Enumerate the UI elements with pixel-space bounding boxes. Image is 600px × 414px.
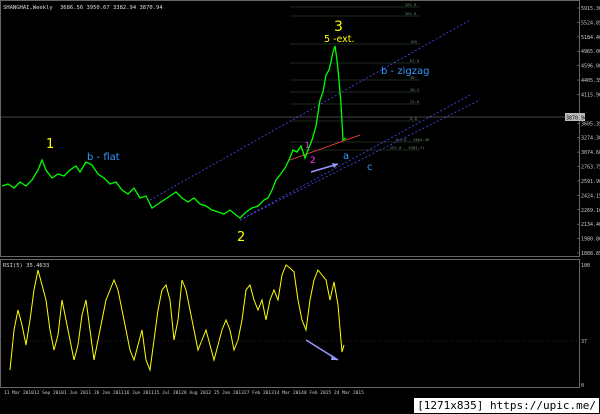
fib-level-label: 361.8 [405,11,417,16]
price-tick-label: 5524.85 [581,20,600,26]
date-tick-label: 24 Mar 2015 [334,390,364,396]
price-series [1,45,347,219]
sub-wave-1-label: 1 [305,141,310,150]
price-tick-label: 4596.08 [581,64,600,70]
rsi-axis: 100 37 0 [581,263,590,389]
channel-lower-line [239,94,471,221]
date-tick-label: 8 Aug 2012 [184,390,211,396]
rsi-tick-label: 37 [581,339,587,345]
rsi-arrow-head [331,355,338,360]
date-tick-label: 25 Jan 2013 [214,390,244,396]
price-tick-label: 2269.16 [581,208,600,214]
price-tick-label: 5184.40 [581,35,600,41]
price-tick-label: 2591.90 [581,179,600,185]
wave-3-label: 3 [334,19,343,35]
date-tick-label: 11 Mar 2010 [4,390,34,396]
rsi-tick-label: 0 [581,383,584,389]
date-tick-label: 16 Jun 2011 [124,390,154,396]
price-tick-label: 5915.30 [581,6,600,12]
price-tick-label: 3605.35 [581,121,600,127]
wave-2-label: 2 [237,230,245,245]
fib-level-label: 23.6 [410,99,420,104]
price-tick-label: 2424.15 [581,193,600,199]
date-tick-label: 26 Jan 2011 [94,390,124,396]
price-tick-label: 3274.30 [581,136,600,142]
price-tick-label: 4405.35 [581,78,600,84]
image-credit: [1271x835] https://upic.me/ [414,398,599,413]
price-tick-label: 1980.80 [581,237,600,243]
date-tick-label: 12 Sep 2010 [34,390,64,396]
rsi-title: RSI(5) 35.4633 [3,263,49,269]
price-tick-label: 4965.00 [581,49,600,55]
chart-canvas[interactable]: SHANGHAI,Weekly 3686.56 3950.67 3382.94 … [0,0,600,414]
price-panel-border [0,0,580,257]
wave-1-label: 1 [46,137,54,152]
fib-level-label: 61.8 [410,58,420,63]
date-tick-label: 27 Feb 2013 [244,390,274,396]
channel-upper-line [149,19,471,201]
wave-3-note: 5 -ext. [324,34,355,45]
fib-level-label: 100 [410,39,418,44]
fib-level-label: 161.8 - 3664.46 [395,137,430,142]
date-tick-label: 8 Feb 2015 [304,390,331,396]
fib-level-label: 261.8 [405,2,417,7]
price-tick-label: 3074.60 [581,150,600,156]
date-tick-label: 14 Mar 2014 [274,390,304,396]
date-tick-label: 15 Jul 2012 [154,390,184,396]
fib-level-label: 261.8 - 3983.11 [390,145,425,150]
channel-middle-line [239,99,481,221]
fib-level-label: 38.2 [410,87,419,92]
b-zigzag-label: b - zigzag [381,66,429,77]
b-flat-label: b - flat [87,152,120,163]
price-tick-label: 1808.85 [581,251,600,257]
date-axis: 11 Mar 2010 12 Sep 2010 1 Jun 2011 26 Jan 2… [4,390,364,396]
price-axis: 5915.30 5524.85 5184.40 4965.00 4596.08 4405.… [577,6,600,257]
current-price-value: 3870.94 [566,116,587,122]
sub-wave-c-label: c [367,162,373,173]
ohlc-label: 3686.56 3950.67 3382.94 3870.94 [60,5,163,11]
rsi-tick-label: 100 [581,263,590,269]
rsi-series [9,264,345,372]
sub-wave-2-label: 2 [310,156,316,166]
price-tick-label: 2134.40 [581,222,600,228]
rsi-panel-border [0,259,580,388]
sub-wave-a-label: a [343,151,349,162]
price-tick-label: 2763.75 [581,165,600,171]
symbol-label: SHANGHAI,Weekly [3,5,53,11]
price-tick-label: 4115.90 [581,92,600,98]
date-tick-label: 1 Jun 2011 [64,390,91,396]
